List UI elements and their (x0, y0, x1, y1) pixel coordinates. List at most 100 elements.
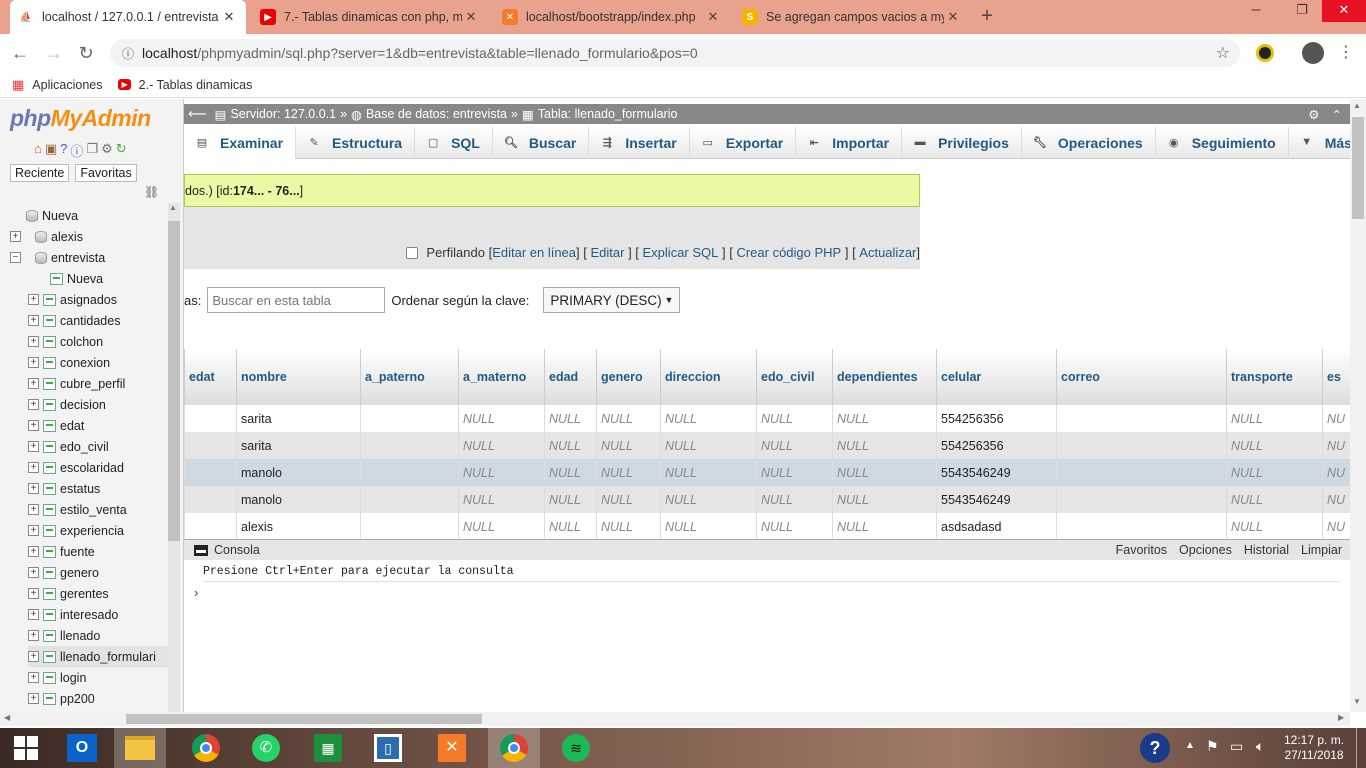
expand-icon[interactable]: + (28, 357, 39, 368)
gear-icon[interactable]: ⚙ (101, 141, 113, 160)
expand-icon[interactable]: + (10, 231, 21, 242)
xampp-icon[interactable]: ✕ (426, 728, 478, 768)
close-icon[interactable]: ✕ (944, 9, 962, 25)
vertical-scroll-thumb[interactable] (1352, 117, 1364, 219)
flag-icon[interactable]: ⚑ (1206, 738, 1219, 755)
console-history[interactable]: Historial (1244, 543, 1289, 557)
tree-db-alexis[interactable]: + alexis (10, 226, 83, 247)
tree-table-item[interactable]: + llenado_formulari (28, 646, 168, 667)
console-header[interactable]: ▬ Consola Favoritos Opciones Historial L… (184, 540, 1350, 560)
close-icon[interactable]: ✕ (220, 9, 238, 25)
home-icon[interactable]: ⌂ (34, 141, 42, 160)
cell-direccion[interactable]: NULL (660, 432, 757, 459)
cell-transporte[interactable]: NULL (1226, 513, 1323, 540)
expand-icon[interactable]: + (28, 315, 39, 326)
tree-table-item[interactable]: + estilo_venta (28, 499, 127, 520)
outlook-icon[interactable]: O (56, 728, 108, 768)
expand-icon[interactable]: + (28, 588, 39, 599)
console-title[interactable]: Consola (214, 543, 260, 557)
browser-tab-youtube[interactable]: ▶ 7.- Tablas dinamicas con php, my ✕ (252, 0, 488, 34)
tree-table-item[interactable]: + conexion (28, 352, 110, 373)
tree-table-item[interactable]: + genero (28, 562, 99, 583)
tree-table-item[interactable]: + gerentes (28, 583, 109, 604)
expand-icon[interactable]: + (28, 336, 39, 347)
expand-icon[interactable]: + (28, 546, 39, 557)
column-header-direccion[interactable]: direccion (660, 349, 757, 405)
volume-icon[interactable]: 🔈︎ (1256, 738, 1264, 755)
cell-a-paterno[interactable] (360, 459, 459, 486)
scroll-up-icon[interactable]: ▲ (169, 203, 177, 212)
tab-insert[interactable]: ⇶ Insertar (589, 127, 690, 159)
clock[interactable]: 12:17 p. m. 27/11/2018 (1284, 733, 1344, 763)
edit-link[interactable]: Editar (590, 245, 624, 260)
cell-celular[interactable]: asdsadasd (936, 513, 1057, 540)
file-explorer-icon[interactable] (114, 728, 166, 768)
cell-es[interactable]: NU (1322, 432, 1350, 459)
help-icon[interactable]: ? (60, 141, 67, 160)
link-icon[interactable]: ⛓ (144, 185, 159, 199)
sidebar-scroll-thumb[interactable] (168, 221, 180, 541)
tree-table-item[interactable]: + interesado (28, 604, 118, 625)
console-options[interactable]: Opciones (1179, 543, 1232, 557)
refresh-icon[interactable]: ↻ (116, 141, 127, 160)
console-input[interactable]: › (194, 585, 1350, 600)
cell-transporte[interactable]: NULL (1226, 459, 1323, 486)
cell-edad[interactable]: NULL (544, 405, 597, 432)
cell-edad[interactable]: NULL (544, 513, 597, 540)
star-icon[interactable]: ☆ (1216, 43, 1230, 63)
expand-icon[interactable]: + (28, 630, 39, 641)
back-arrow-icon[interactable]: ← (8, 42, 32, 64)
breadcrumb-database[interactable]: Base de datos: entrevista (366, 107, 507, 121)
tab-tracking[interactable]: ◉ Seguimiento (1156, 127, 1289, 159)
tree-table-item[interactable]: + asignados (28, 289, 117, 310)
column-header-celular[interactable]: celular (936, 349, 1057, 405)
breadcrumb-table[interactable]: Tabla: llenado_formulario (538, 107, 678, 121)
cell-genero[interactable]: NULL (596, 432, 661, 459)
breadcrumb-server[interactable]: Servidor: 127.0.0.1 (230, 107, 336, 121)
help-icon[interactable]: ? (1140, 733, 1170, 763)
browser-tab-phpmyadmin[interactable]: ⛵ localhost / 127.0.0.1 / entrevista / ✕ (10, 0, 246, 34)
scroll-up-icon[interactable]: ▲ (1353, 101, 1361, 110)
cell-celular[interactable]: 5543546249 (936, 486, 1057, 513)
cell-edo-civil[interactable]: NULL (756, 432, 833, 459)
tree-table-item[interactable]: + edat (28, 415, 84, 436)
profiling-checkbox[interactable] (406, 246, 419, 259)
tab-sql[interactable]: ▢ SQL (415, 127, 493, 159)
cell-a-paterno[interactable] (360, 432, 459, 459)
column-header-es[interactable]: es (1322, 349, 1350, 405)
cell-es[interactable]: NU (1322, 459, 1350, 486)
column-header-dependientes[interactable]: dependientes (832, 349, 937, 405)
column-header-a-materno[interactable]: a_materno (458, 349, 545, 405)
forward-arrow-icon[interactable]: → (42, 42, 66, 64)
tree-db-entrevista[interactable]: − entrevista (10, 247, 105, 268)
cell-genero[interactable]: NULL (596, 459, 661, 486)
collapse-icon[interactable]: − (10, 252, 21, 263)
expand-icon[interactable]: + (28, 420, 39, 431)
cell-edo-civil[interactable]: NULL (756, 486, 833, 513)
expand-icon[interactable]: + (28, 378, 39, 389)
collapse-up-icon[interactable]: ⌃ (1332, 107, 1342, 122)
address-bar[interactable]: ⓘ localhost /phpmyadmin/sql.php?server=1… (110, 39, 1240, 67)
bookmark-item[interactable]: 2.- Tablas dinamicas (139, 78, 253, 92)
table-row[interactable]: alexis NULL NULL NULL NULL NULL NULL asdsadasd N… (184, 513, 1350, 540)
tab-export[interactable]: ▭ Exportar (690, 127, 797, 159)
page-vertical-scrollbar[interactable]: ▲ ▼ (1350, 99, 1366, 712)
close-icon[interactable]: ✕ (462, 9, 480, 25)
horizontal-scroll-thumb[interactable] (126, 714, 482, 724)
cell-a-materno[interactable]: NULL (458, 513, 545, 540)
cell-genero[interactable]: NULL (596, 513, 661, 540)
expand-icon[interactable]: + (28, 294, 39, 305)
table-row[interactable]: manolo NULL NULL NULL NULL NULL NULL 5543546249… (184, 459, 1350, 486)
cell-dependientes[interactable]: NULL (832, 513, 937, 540)
cell-transporte[interactable]: NULL (1226, 432, 1323, 459)
cell-direccion[interactable]: NULL (660, 486, 757, 513)
whatsapp-icon[interactable]: ✆ (240, 728, 292, 768)
explain-sql-link[interactable]: Explicar SQL (643, 245, 719, 260)
reload-icon[interactable]: ↻ (74, 42, 98, 64)
cell-transporte[interactable]: NULL (1226, 486, 1323, 513)
scroll-right-icon[interactable]: ▶ (1338, 713, 1344, 722)
cell-edo-civil[interactable]: NULL (756, 405, 833, 432)
cell-a-paterno[interactable] (360, 486, 459, 513)
cell-edat[interactable] (184, 486, 237, 513)
expand-icon[interactable]: + (28, 651, 39, 662)
